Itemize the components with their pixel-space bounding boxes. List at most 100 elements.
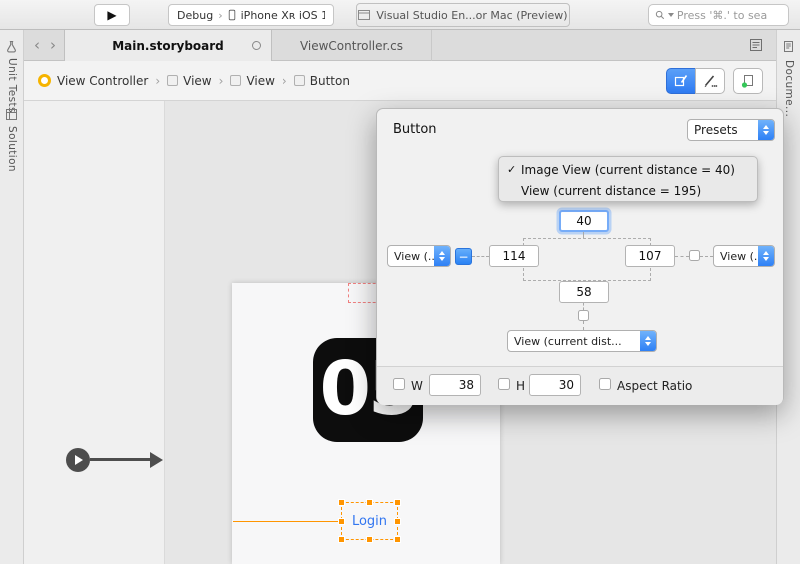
menu-item-label: Image View (current distance = 40) xyxy=(521,163,735,177)
canvas-gutter xyxy=(24,101,165,564)
remove-constraint-button[interactable]: − xyxy=(455,248,472,265)
anchor-dropdown-menu: ✓ Image View (current distance = 40) Vie… xyxy=(498,156,758,202)
popup-chevrons-icon xyxy=(758,246,774,266)
popup-chevrons-icon xyxy=(434,246,450,266)
left-anchor-label: View (... xyxy=(388,246,434,266)
button-icon xyxy=(294,75,305,86)
dashed-connector xyxy=(583,321,584,330)
tab-viewcontroller-cs[interactable]: ViewController.cs xyxy=(272,30,432,61)
global-search[interactable] xyxy=(648,4,789,26)
breadcrumb-item-button[interactable]: Button xyxy=(310,74,350,88)
main-toolbar: ▶ Debug › iPhone Xʀ iOS 13.0 Visual Stud… xyxy=(0,0,800,30)
entry-arrowhead-icon xyxy=(150,452,163,468)
properties-icon xyxy=(748,37,764,53)
constraint-options-button[interactable] xyxy=(695,68,725,94)
search-input[interactable] xyxy=(677,9,782,22)
phone-icon xyxy=(228,8,236,22)
right-constraint-field[interactable] xyxy=(625,245,675,267)
storyboard-entry-point[interactable] xyxy=(66,448,90,472)
width-checkbox[interactable] xyxy=(393,378,405,390)
editor-properties-button[interactable] xyxy=(748,37,764,53)
alignment-guide-line xyxy=(233,521,342,522)
entry-arrow-line xyxy=(90,458,150,461)
minus-icon: − xyxy=(458,250,468,264)
login-button-label: Login xyxy=(352,514,387,529)
window-icon xyxy=(358,10,370,20)
popover-title: Button xyxy=(393,122,437,137)
dashed-connector xyxy=(700,256,713,257)
selection-handle[interactable] xyxy=(394,499,401,506)
unit-tests-icon xyxy=(5,40,18,53)
width-field[interactable] xyxy=(429,374,481,396)
presets-popup[interactable]: Presets xyxy=(687,119,775,141)
run-configuration-selector[interactable]: Debug › iPhone Xʀ iOS 13.0 xyxy=(168,4,334,26)
right-anchor-label: View (... xyxy=(714,246,758,266)
width-label: W xyxy=(411,379,423,393)
size-constraints-bar: W H Aspect Ratio xyxy=(377,367,783,405)
selection-handle[interactable] xyxy=(338,499,345,506)
entry-arrow-icon xyxy=(75,455,83,465)
build-config-label: Debug xyxy=(177,9,213,22)
aspect-ratio-label: Aspect Ratio xyxy=(617,379,692,393)
search-icon xyxy=(655,9,665,21)
bottom-constraint-checkbox[interactable] xyxy=(578,310,589,321)
play-icon: ▶ xyxy=(107,8,116,22)
run-button[interactable]: ▶ xyxy=(94,4,130,26)
solution-icon xyxy=(5,108,18,121)
bottom-constraint-field[interactable] xyxy=(559,281,609,303)
chevron-right-icon: › xyxy=(155,74,160,88)
bottom-anchor-label: View (current dist... xyxy=(508,331,640,351)
preview-button[interactable] xyxy=(733,68,763,94)
pad-tab-document-outline[interactable]: Docume... xyxy=(783,60,795,117)
chevron-right-icon: › xyxy=(219,74,224,88)
presets-label: Presets xyxy=(688,120,758,140)
add-constraints-popover: Button Presets ✓ Image View (current dis… xyxy=(376,108,784,404)
pad-tab-unit-tests[interactable]: Unit Tests xyxy=(6,58,18,113)
height-checkbox[interactable] xyxy=(498,378,510,390)
tab-main-storyboard[interactable]: Main.storyboard xyxy=(64,30,272,61)
document-outline-icon xyxy=(782,40,795,53)
tab-label: ViewController.cs xyxy=(300,39,403,53)
selection-handle[interactable] xyxy=(394,536,401,543)
selection-handle[interactable] xyxy=(394,518,401,525)
height-field[interactable] xyxy=(529,374,581,396)
pencil-options-icon xyxy=(702,73,718,89)
breadcrumb-item-view-controller[interactable]: View Controller xyxy=(57,74,148,88)
pad-tab-solution[interactable]: Solution xyxy=(6,126,18,172)
tab-modified-indicator[interactable] xyxy=(252,41,261,50)
menu-item-image-view[interactable]: ✓ Image View (current distance = 40) xyxy=(499,159,757,180)
view-icon xyxy=(167,75,178,86)
breadcrumb-item-view-2[interactable]: View xyxy=(246,74,274,88)
aspect-ratio-checkbox[interactable] xyxy=(599,378,611,390)
left-pad-rail: Unit Tests Solution xyxy=(0,30,24,564)
dashed-connector xyxy=(583,303,584,310)
selection-handle[interactable] xyxy=(338,518,345,525)
edit-constraints-icon xyxy=(673,73,689,89)
breadcrumb-bar: View Controller › View › View › Button xyxy=(24,61,776,101)
selection-handle[interactable] xyxy=(366,499,373,506)
right-anchor-popup[interactable]: View (... xyxy=(713,245,775,267)
view-controller-icon xyxy=(38,74,51,87)
nav-forward-button[interactable]: › xyxy=(50,30,56,60)
checkmark-icon: ✓ xyxy=(507,163,521,176)
search-scope-caret-icon xyxy=(668,13,674,17)
left-anchor-popup[interactable]: View (... xyxy=(387,245,451,267)
device-label: iPhone Xʀ iOS 13.0 xyxy=(241,9,325,22)
top-constraint-field[interactable] xyxy=(559,210,609,232)
selection-handle[interactable] xyxy=(366,536,373,543)
add-constraints-button[interactable] xyxy=(666,68,696,94)
window-title: Visual Studio En...or Mac (Preview) xyxy=(356,3,570,27)
dashed-connector xyxy=(675,256,689,257)
editor-tab-bar: ‹ › Main.storyboard ViewController.cs xyxy=(24,30,776,61)
breadcrumb-item-view-1[interactable]: View xyxy=(183,74,211,88)
bottom-anchor-popup[interactable]: View (current dist... xyxy=(507,330,657,352)
right-constraint-checkbox[interactable] xyxy=(689,250,700,261)
height-label: H xyxy=(516,379,525,393)
menu-item-view[interactable]: View (current distance = 195) xyxy=(499,180,757,201)
left-constraint-field[interactable] xyxy=(489,245,539,267)
popup-chevrons-icon xyxy=(640,331,656,351)
login-button[interactable]: Login xyxy=(341,502,398,540)
selection-handle[interactable] xyxy=(338,536,345,543)
chevron-right-icon: › xyxy=(282,74,287,88)
nav-back-button[interactable]: ‹ xyxy=(34,30,40,60)
